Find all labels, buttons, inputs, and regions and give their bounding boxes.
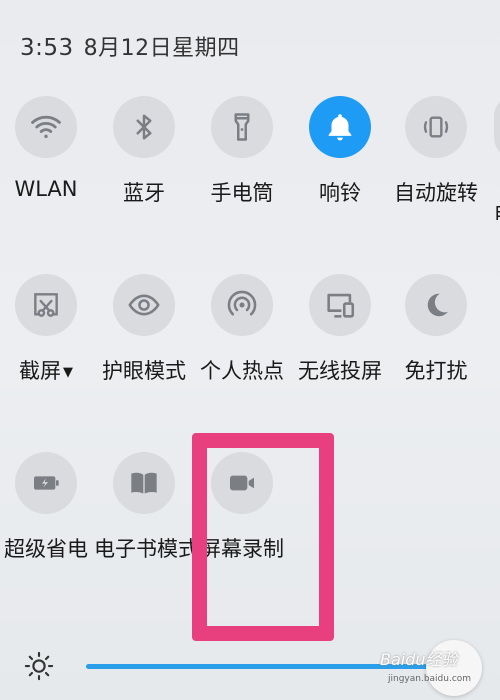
flashlight-icon: [211, 96, 273, 158]
tile-label: 个人热点: [200, 359, 284, 383]
tile-hotspot[interactable]: 个人热点: [192, 274, 292, 385]
tile-bluetooth[interactable]: 蓝牙: [94, 96, 194, 207]
tile-label: WLAN: [14, 177, 78, 201]
bluetooth-icon: [113, 96, 175, 158]
status-time: 3:53: [20, 35, 74, 61]
tile-wireless-projection[interactable]: 无线投屏: [290, 274, 390, 385]
battery-saver-icon: [15, 452, 77, 514]
eye-icon: [113, 274, 175, 336]
rotate-icon: [405, 96, 467, 158]
status-date: 8月12日星期四: [83, 36, 240, 61]
tile-screen-recording[interactable]: 屏幕录制: [192, 452, 292, 563]
tile-label: 无线投屏: [298, 359, 382, 383]
tile-auto-rotate[interactable]: 自动旋转: [386, 96, 486, 207]
tile-super-power-saving[interactable]: 超级省电: [0, 452, 96, 563]
cast-icon: [309, 274, 371, 336]
tile-label: 蓝牙: [123, 181, 165, 205]
bell-icon: [309, 96, 371, 158]
brightness-icon: [24, 651, 54, 685]
tile-label: 自动旋转: [394, 181, 478, 205]
tile-label: 免打扰: [404, 359, 468, 383]
tile-label: 截屏 ▼: [0, 355, 96, 385]
tile-ringer[interactable]: 响铃: [290, 96, 390, 207]
moon-icon: [405, 274, 467, 336]
status-text: 3:53 8月12日星期四: [20, 30, 240, 62]
tile-wlan[interactable]: WLAN: [0, 96, 96, 201]
partial-tile-circle[interactable]: [494, 96, 500, 158]
tile-label: 屏幕录制: [200, 537, 284, 561]
tile-flashlight[interactable]: 手电筒: [192, 96, 292, 207]
screenshot-icon: [15, 274, 77, 336]
tile-label: 手电筒: [210, 181, 274, 205]
book-icon: [113, 452, 175, 514]
baidu-watermark: Baidu经验 jingyan.baidu.com: [380, 646, 471, 684]
dropdown-caret-icon[interactable]: ▼: [63, 365, 73, 380]
tile-eye-comfort[interactable]: 护眼模式: [94, 274, 194, 385]
tile-label-text: 截屏: [19, 359, 61, 383]
hotspot-icon: [211, 274, 273, 336]
tile-do-not-disturb[interactable]: 免打扰: [386, 274, 486, 385]
partial-tile-label: 自: [493, 198, 500, 220]
wifi-icon: [15, 96, 77, 158]
watermark-text: Baidu经验: [380, 650, 458, 669]
video-camera-icon: [211, 452, 273, 514]
tile-screenshot[interactable]: 截屏 ▼: [0, 274, 96, 385]
tile-label: 护眼模式: [102, 359, 186, 383]
tile-label: 电子书模式: [94, 537, 199, 561]
tile-ebook-mode[interactable]: 电子书模式: [94, 452, 199, 563]
tile-label: 响铃: [319, 181, 361, 205]
tile-label: 超级省电: [4, 537, 88, 561]
watermark-subtext: jingyan.baidu.com: [388, 674, 472, 684]
